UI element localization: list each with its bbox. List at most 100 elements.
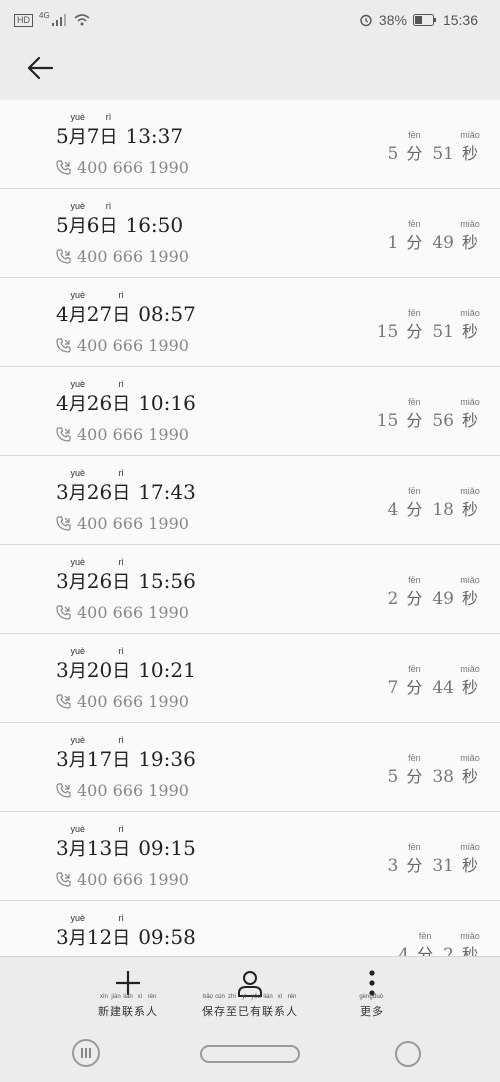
call-number: 400 666 1990 (56, 870, 189, 889)
label-char: lián 联 (262, 994, 274, 1018)
system-nav-bar (0, 1028, 500, 1082)
call-date-time: 3 yuè 月26 rì 日 17:43 (56, 468, 196, 505)
minute-unit: fēn 分 (406, 575, 423, 608)
call-day: 12 (86, 925, 113, 949)
label-char: jiàn 建 (110, 994, 122, 1018)
call-time: 19:36 (138, 747, 196, 771)
phone-number: 400 666 1990 (77, 692, 189, 711)
day-unit: rì 日 (112, 468, 131, 504)
day-unit: rì 日 (112, 379, 131, 415)
more-button[interactable]: gèng 更 duō 多 (292, 967, 452, 1019)
call-log-row[interactable]: 5 yuè 月6 rì 日 16:50 400 666 1990 1 fēn 分 49 miǎo 秒 (0, 189, 500, 278)
bottom-action-bar: xīn 新 jiàn 建 lián 联 xì 系 rén 人 bǎo 保 cún 存 zhì 至 yǐ 已 yǒu… (0, 956, 500, 1028)
call-time: 10:21 (138, 658, 196, 682)
call-log-row[interactable]: 4 yuè 月27 rì 日 08:57 400 666 1990 15 fēn 分 51 miǎo 秒 (0, 278, 500, 367)
month-unit: yuè 月 (68, 379, 87, 415)
day-unit: rì 日 (99, 201, 118, 237)
duration-minutes: 15 (376, 322, 399, 342)
day-unit: rì 日 (112, 913, 131, 949)
minute-unit: fēn 分 (406, 219, 423, 252)
incoming-call-icon (56, 605, 71, 620)
call-time: 13:37 (125, 124, 184, 148)
call-month: 5 (56, 213, 69, 237)
call-log-row[interactable]: 5 yuè 月7 rì 日 13:37 400 666 1990 5 fēn 分 51 miǎo 秒 (0, 100, 500, 189)
app-switch-icon[interactable] (72, 1039, 100, 1067)
minute-unit: fēn 分 (406, 486, 423, 519)
call-duration: 5 fēn 分 38 miǎo 秒 (388, 753, 480, 787)
label-char: lián 联 (122, 994, 134, 1018)
phone-number: 400 666 1990 (77, 336, 189, 355)
incoming-call-icon (56, 872, 71, 887)
duration-seconds: 31 (432, 856, 454, 876)
call-date-time: 5 yuè 月6 rì 日 16:50 (56, 201, 184, 238)
minute-unit: fēn 分 (406, 664, 423, 697)
network-type: 4G (39, 10, 50, 20)
day-unit: rì 日 (99, 112, 118, 148)
call-date-time: 3 yuè 月13 rì 日 09:15 (56, 824, 196, 861)
call-day: 17 (86, 747, 113, 771)
call-month: 3 (56, 925, 69, 949)
status-bar: HD 4G 38% 15:36 (0, 0, 500, 40)
call-month: 5 (56, 124, 69, 148)
call-log-row[interactable]: 3 yuè 月17 rì 日 19:36 400 666 1990 5 fēn 分 38 miǎo 秒 (0, 723, 500, 812)
duration-minutes: 2 (387, 589, 399, 609)
call-date-time: 5 yuè 月7 rì 日 13:37 (56, 112, 184, 149)
day-unit: rì 日 (112, 290, 131, 326)
month-unit: yuè 月 (68, 112, 87, 148)
duration-minutes: 15 (376, 411, 399, 431)
back-button[interactable] (22, 50, 58, 86)
duration-minutes: 3 (387, 856, 399, 876)
call-log-row[interactable]: 3 yuè 月13 rì 日 09:15 400 666 1990 3 fēn 分 31 miǎo 秒 (0, 812, 500, 901)
label-char: yǐ 已 (238, 994, 250, 1018)
call-log-row[interactable]: 3 yuè 月26 rì 日 15:56 400 666 1990 2 fēn 分 49 miǎo 秒 (0, 545, 500, 634)
home-pill-icon[interactable] (200, 1045, 300, 1063)
call-time: 08:57 (138, 302, 196, 326)
call-log-row[interactable]: 3 yuè 月12 rì 日 09:58 4 fēn 分 2 miǎo 秒 (0, 901, 500, 956)
duration-minutes: 5 (387, 144, 399, 164)
day-unit: rì 日 (112, 824, 131, 860)
incoming-call-icon (56, 338, 71, 353)
incoming-call-icon (56, 783, 71, 798)
minute-unit: fēn 分 (406, 753, 423, 786)
plus-icon (116, 971, 140, 995)
call-duration: 1 fēn 分 49 miǎo 秒 (388, 219, 480, 253)
call-duration: 5 fēn 分 51 miǎo 秒 (387, 130, 480, 164)
incoming-call-icon (56, 160, 71, 175)
label-char: rén 人 (146, 994, 158, 1018)
phone-number: 400 666 1990 (77, 870, 189, 889)
person-icon (238, 971, 262, 997)
call-month: 3 (56, 747, 69, 771)
duration-seconds: 49 (432, 589, 454, 609)
label-char: bǎo 保 (202, 994, 214, 1018)
call-number: 400 666 1990 (56, 603, 189, 622)
month-unit: yuè 月 (68, 290, 87, 326)
call-number: 400 666 1990 (56, 781, 189, 800)
month-unit: yuè 月 (68, 468, 87, 504)
call-month: 3 (56, 480, 69, 504)
call-log-row[interactable]: 3 yuè 月26 rì 日 17:43 400 666 1990 4 fēn 分 18 miǎo 秒 (0, 456, 500, 545)
hd-badge: HD (14, 13, 33, 27)
phone-number: 400 666 1990 (77, 425, 189, 444)
call-log-row[interactable]: 3 yuè 月20 rì 日 10:21 400 666 1990 7 fēn 分 44 miǎo 秒 (0, 634, 500, 723)
more-vertical-icon (369, 970, 375, 996)
duration-minutes: 4 (387, 500, 399, 520)
call-day: 26 (86, 569, 113, 593)
call-number: 400 666 1990 (56, 425, 189, 444)
call-day: 27 (86, 302, 113, 326)
call-duration: 7 fēn 分 44 miǎo 秒 (388, 664, 480, 698)
call-duration: 2 fēn 分 49 miǎo 秒 (387, 575, 480, 609)
label-char: xì 系 (134, 994, 146, 1018)
second-unit: miǎo 秒 (460, 397, 480, 430)
call-month: 3 (56, 658, 69, 682)
call-time: 16:50 (125, 213, 184, 237)
second-unit: miǎo 秒 (460, 664, 480, 697)
call-log-list: 5 yuè 月7 rì 日 13:37 400 666 1990 5 fēn 分 51 miǎo 秒 5 y… (0, 100, 500, 956)
call-number: 400 666 1990 (56, 692, 189, 711)
circle-nav-icon[interactable] (395, 1041, 421, 1067)
label-char: duō 多 (372, 994, 384, 1018)
call-date-time: 3 yuè 月26 rì 日 15:56 (56, 557, 196, 594)
call-duration: 15 fēn 分 51 miǎo 秒 (376, 308, 480, 342)
call-log-row[interactable]: 4 yuè 月26 rì 日 10:16 400 666 1990 15 fēn 分 56 miǎo 秒 (0, 367, 500, 456)
label-char: zhì 至 (226, 994, 238, 1018)
month-unit: yuè 月 (68, 557, 87, 593)
